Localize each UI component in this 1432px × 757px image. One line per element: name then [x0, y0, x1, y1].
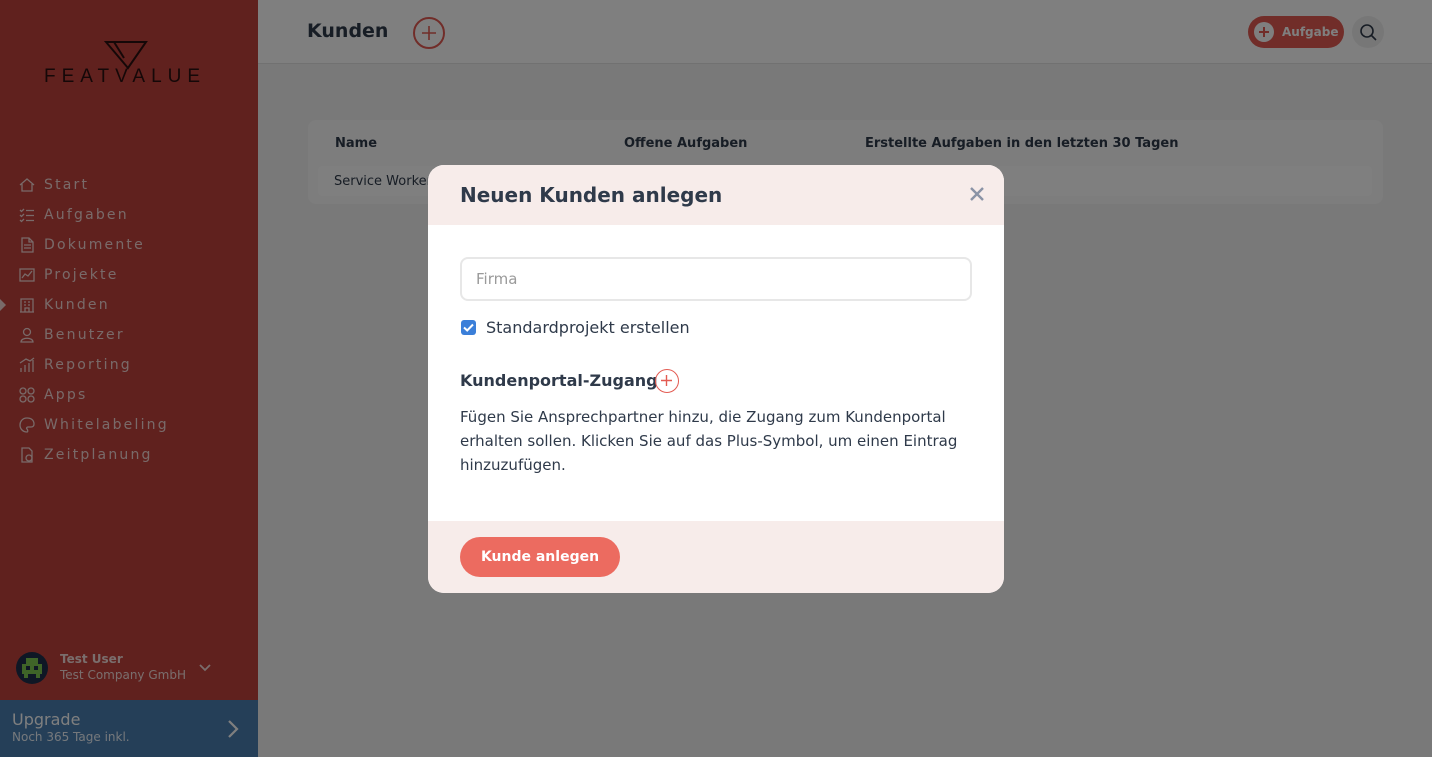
- new-customer-modal: Neuen Kunden anlegen Standardprojekt ers…: [428, 165, 1004, 593]
- default-project-label[interactable]: Standardprojekt erstellen: [486, 318, 690, 337]
- add-portal-contact-button[interactable]: [655, 369, 679, 393]
- modal-title: Neuen Kunden anlegen: [460, 183, 723, 207]
- close-icon: [970, 187, 984, 201]
- modal-header: Neuen Kunden anlegen: [428, 165, 1004, 225]
- company-input[interactable]: [460, 257, 972, 301]
- modal-footer: Kunde anlegen: [428, 521, 1004, 593]
- portal-access-title: Kundenportal-Zugang: [460, 371, 658, 390]
- portal-access-description: Fügen Sie Ansprechpartner hinzu, die Zug…: [460, 408, 958, 474]
- plus-icon: [661, 375, 672, 386]
- checkmark-icon: [463, 323, 474, 332]
- close-button[interactable]: [966, 183, 988, 205]
- default-project-checkbox[interactable]: [461, 320, 476, 335]
- create-customer-button[interactable]: Kunde anlegen: [460, 537, 620, 577]
